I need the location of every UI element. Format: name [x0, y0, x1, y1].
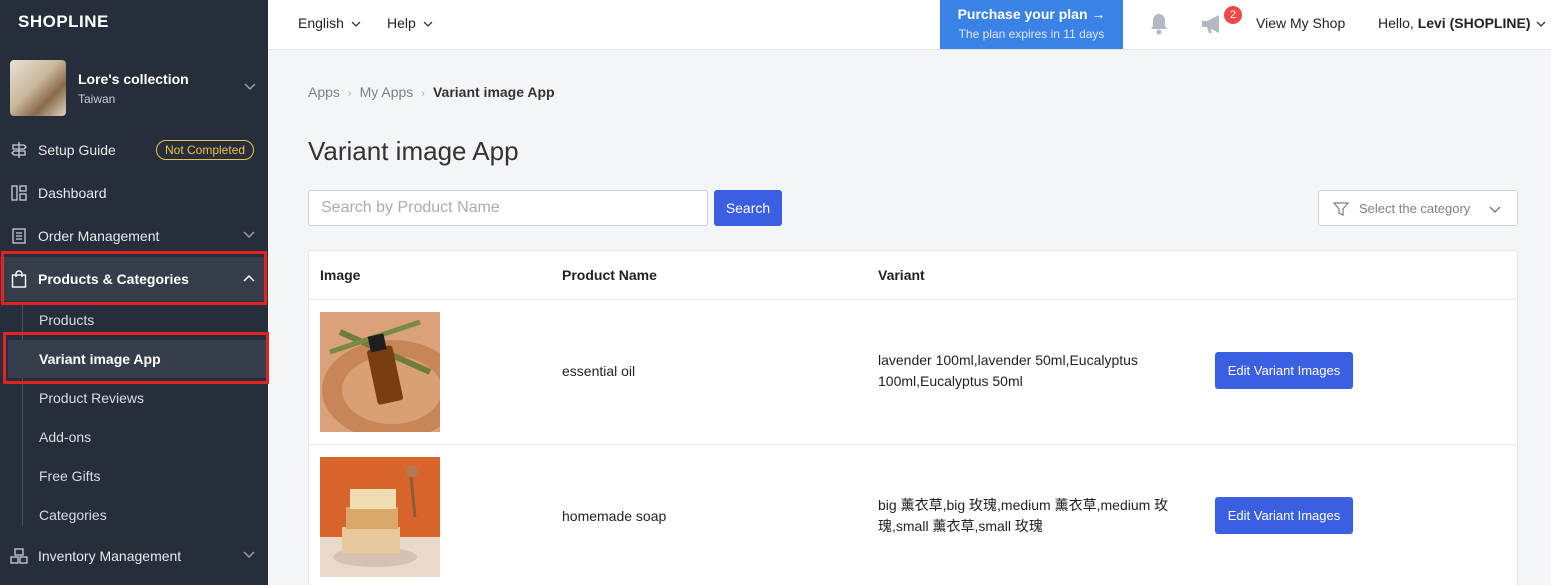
product-variants: lavender 100ml,lavender 50ml,Eucalyptus …	[878, 352, 1138, 389]
top-bar: English Help Purchase your plan → The pl…	[268, 0, 1551, 50]
sidebar: SHOPLINE Lore's collection Taiwan Setup …	[0, 0, 269, 585]
shop-avatar	[10, 60, 66, 116]
bell-icon[interactable]	[1148, 12, 1170, 41]
breadcrumb: Apps › My Apps › Variant image App	[308, 84, 555, 100]
edit-variant-images-button[interactable]: Edit Variant Images	[1215, 352, 1353, 389]
user-name: Levi (SHOPLINE)	[1417, 15, 1531, 31]
help-menu[interactable]: Help	[387, 15, 433, 31]
sidebar-subitem-add-ons[interactable]: Add-ons	[39, 429, 91, 445]
breadcrumb-current: Variant image App	[432, 84, 555, 100]
user-menu[interactable]: Hello, Levi (SHOPLINE)	[1378, 15, 1546, 31]
sidebar-item-inventory-management[interactable]: Inventory Management	[0, 538, 268, 574]
plan-expiry-text: The plan expires in 11 days	[958, 27, 1105, 41]
purchase-plan-title: Purchase your plan →	[957, 6, 1106, 22]
highlight-box-variant-image-app	[3, 332, 269, 384]
sidebar-item-setup-guide[interactable]: Setup Guide Not Completed	[0, 132, 268, 168]
sidebar-item-label: Inventory Management	[38, 548, 182, 564]
chevron-down-icon	[423, 21, 433, 27]
product-image-essential-oil	[320, 312, 462, 440]
sidebar-subitem-categories[interactable]: Categories	[39, 507, 107, 523]
language-selector[interactable]: English	[298, 15, 361, 31]
sidebar-subitem-free-gifts[interactable]: Free Gifts	[39, 468, 100, 484]
chevron-down-icon	[1536, 21, 1546, 27]
status-badge: Not Completed	[156, 140, 255, 160]
signpost-icon	[10, 141, 28, 159]
chevron-down-icon	[351, 21, 361, 27]
shop-region: Taiwan	[78, 92, 116, 106]
shopline-logo[interactable]: SHOPLINE	[18, 12, 109, 32]
sidebar-item-order-management[interactable]: Order Management	[0, 218, 268, 254]
highlight-box-products-categories	[1, 251, 267, 305]
chevron-down-icon	[244, 80, 256, 94]
dashboard-icon	[10, 184, 28, 202]
edit-variant-images-button[interactable]: Edit Variant Images	[1215, 497, 1353, 534]
chevron-down-icon	[243, 230, 255, 242]
table-divider	[309, 299, 1517, 300]
sidebar-subitem-products[interactable]: Products	[39, 312, 94, 328]
chevron-down-icon	[243, 550, 255, 562]
table-divider	[309, 444, 1517, 445]
greeting-text: Hello,	[1378, 15, 1414, 31]
product-name: essential oil	[562, 363, 636, 379]
shop-switcher[interactable]: Lore's collection Taiwan	[0, 60, 268, 116]
category-select-placeholder: Select the category	[1359, 200, 1471, 216]
chevron-down-icon	[1489, 202, 1501, 217]
breadcrumb-my-apps[interactable]: My Apps	[360, 84, 414, 100]
breadcrumb-separator-icon: ›	[421, 88, 425, 100]
clipboard-icon	[10, 227, 28, 245]
breadcrumb-apps[interactable]: Apps	[308, 84, 340, 100]
category-select[interactable]: Select the category	[1318, 190, 1518, 226]
megaphone-icon[interactable]	[1200, 13, 1226, 40]
notification-count-badge: 2	[1224, 6, 1242, 24]
help-label: Help	[387, 15, 416, 31]
sidebar-item-label: Order Management	[38, 228, 160, 244]
language-label: English	[298, 15, 344, 31]
filter-icon	[1332, 201, 1350, 220]
sidebar-item-label: Setup Guide	[38, 142, 116, 158]
product-variants: big 薰衣草,big 玫瑰,medium 薰衣草,medium 玫瑰,smal…	[878, 497, 1169, 534]
column-header-variant: Variant	[878, 267, 925, 283]
column-header-image: Image	[320, 267, 361, 283]
breadcrumb-separator-icon: ›	[347, 88, 352, 100]
view-my-shop-link[interactable]: View My Shop	[1256, 15, 1345, 31]
shop-name: Lore's collection	[78, 71, 189, 87]
search-input[interactable]	[308, 190, 708, 226]
products-table: Image Product Name Variant essential oil…	[308, 250, 1518, 585]
page-title: Variant image App	[308, 136, 519, 166]
sidebar-item-dashboard[interactable]: Dashboard	[0, 175, 268, 211]
purchase-plan-button[interactable]: Purchase your plan → The plan expires in…	[940, 0, 1123, 49]
search-button[interactable]: Search	[714, 190, 782, 226]
boxes-icon	[10, 547, 28, 565]
sidebar-subitem-product-reviews[interactable]: Product Reviews	[39, 390, 144, 406]
column-header-product-name: Product Name	[562, 267, 657, 283]
product-name: homemade soap	[562, 508, 667, 524]
sidebar-item-label: Dashboard	[38, 185, 107, 201]
product-image-homemade-soap	[320, 457, 440, 577]
